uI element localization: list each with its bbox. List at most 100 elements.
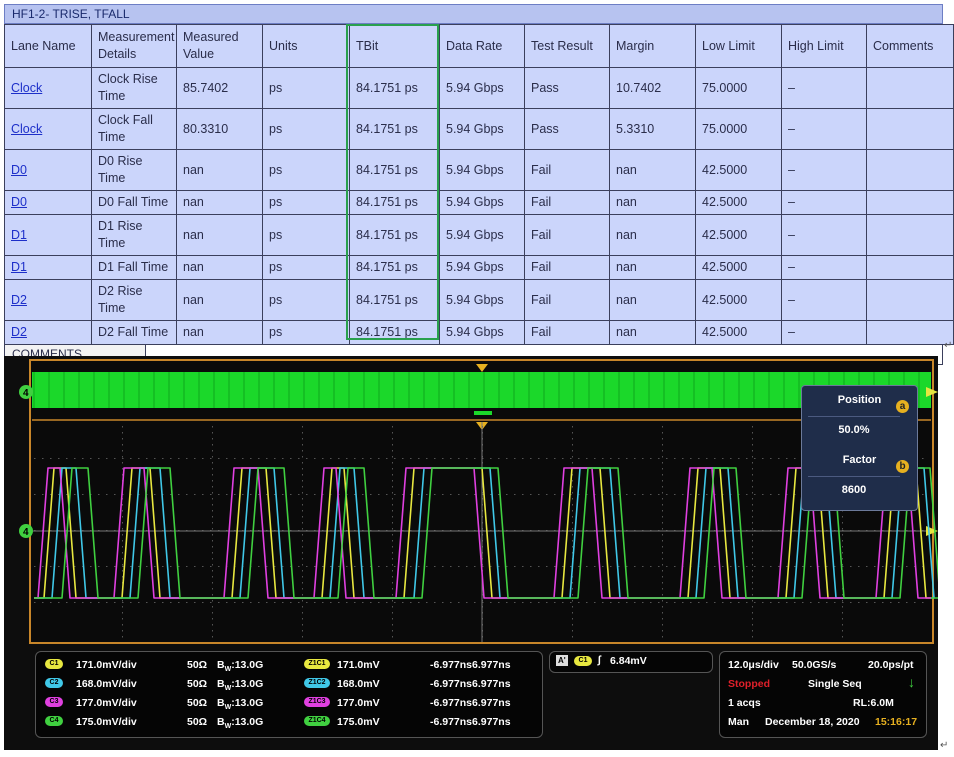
col-header-comments[interactable]: Comments: [866, 24, 954, 68]
grid-dot: [730, 602, 732, 603]
grid-dot: [302, 540, 303, 542]
grid-dot: [738, 602, 740, 603]
grid-dot: [434, 566, 436, 567]
zoom-control-panel[interactable]: Position a 50.0% Factor b 8600: [801, 385, 918, 511]
grid-dot: [218, 602, 220, 603]
factor-value[interactable]: 8600: [808, 476, 900, 503]
high-limit-cell: –: [781, 255, 867, 280]
margin-cell: 10.7402: [609, 67, 696, 109]
grid-dot: [858, 566, 860, 567]
acquisition-panel[interactable]: 12.0μs/div 50.0GS/s 20.0ps/pt Stopped Si…: [719, 651, 927, 738]
grid-dot: [122, 618, 123, 620]
grid-dot: [212, 444, 213, 446]
grid-dot: [212, 564, 213, 566]
grid-dot: [794, 566, 796, 567]
col-header-units[interactable]: Units: [262, 24, 350, 68]
grid-dot: [714, 566, 716, 567]
detail-cell: D2 Fall Time: [91, 320, 177, 345]
grid-dot: [874, 602, 876, 603]
grid-dot: [650, 602, 652, 603]
grid-dot: [394, 458, 396, 459]
grid-dot: [154, 494, 156, 495]
trigger-source-pill: C1: [574, 656, 592, 666]
lane-link[interactable]: D0: [11, 163, 27, 177]
grid-dot: [752, 624, 753, 626]
grid-dot: [106, 566, 108, 567]
table-row: D1 D1 Fall Time nan ps 84.1751 ps 5.94 G…: [4, 255, 954, 280]
grid-dot: [572, 456, 573, 458]
grid-dot: [522, 458, 524, 459]
grid-dot: [666, 458, 668, 459]
col-header-result[interactable]: Test Result: [524, 24, 610, 68]
acq-mode: Single Seq: [808, 678, 862, 690]
grid-dot: [578, 602, 580, 603]
col-header-high[interactable]: High Limit: [781, 24, 867, 68]
grid-dot: [202, 566, 204, 567]
col-header-datarate[interactable]: Data Rate: [439, 24, 525, 68]
grid-dot: [122, 612, 123, 614]
grid-dot: [570, 458, 572, 459]
grid-dot: [786, 602, 788, 603]
col-header-details[interactable]: Measurement Details: [91, 24, 177, 68]
lane-link[interactable]: D0: [11, 195, 27, 209]
grid-dot: [250, 494, 252, 495]
lane-link[interactable]: D2: [11, 293, 27, 307]
grid-dot: [586, 458, 588, 459]
grid-dot: [170, 602, 172, 603]
channel-settings-panel[interactable]: C1 171.0mV/div 50Ω BW:13.0G Z1C1 171.0mV…: [35, 651, 543, 738]
grid-dot: [302, 600, 303, 602]
detail-cell: Clock Fall Time: [91, 108, 177, 150]
col-header-low[interactable]: Low Limit: [695, 24, 782, 68]
grid-dot: [392, 498, 393, 500]
grid-dot: [662, 564, 663, 566]
grid-dot: [302, 480, 303, 482]
arrow-down-icon: ↓: [908, 674, 915, 690]
grid-dot: [882, 566, 884, 567]
grid-dot: [770, 494, 772, 495]
comments-cell: [866, 214, 954, 256]
grid-dot: [302, 606, 303, 608]
lane-link[interactable]: D2: [11, 325, 27, 339]
zoom-pill: Z1C1: [304, 659, 330, 669]
grid-dot: [842, 600, 843, 602]
acq-date: December 18, 2020: [765, 716, 860, 728]
grid-dot: [212, 468, 213, 470]
grid-dot: [826, 602, 828, 603]
grid-dot: [490, 602, 492, 603]
grid-dot: [58, 566, 60, 567]
grid-dot: [122, 504, 123, 506]
result-cell: Fail: [524, 279, 610, 321]
grid-dot: [522, 494, 524, 495]
grid-dot: [330, 458, 332, 459]
grid-dot: [42, 566, 44, 567]
grid-dot: [282, 458, 284, 459]
grid-dot: [122, 522, 123, 524]
grid-dot: [834, 602, 836, 603]
grid-dot: [212, 456, 213, 458]
lane-link[interactable]: Clock: [11, 81, 42, 95]
channel-scale: 168.0mV/div: [76, 678, 137, 690]
col-header-measured[interactable]: Measured Value: [176, 24, 263, 68]
zoom-scale: 175.0mV: [337, 716, 380, 728]
grid-dot: [682, 494, 684, 495]
trigger-panel[interactable]: A' C1 ∫ 6.84mV: [549, 651, 713, 673]
lane-link[interactable]: D1: [11, 228, 27, 242]
results-table: Lane Name Measurement Details Measured V…: [4, 24, 954, 345]
col-header-margin[interactable]: Margin: [609, 24, 696, 68]
zoom-window-marker: [474, 411, 492, 415]
grid-dot: [842, 528, 843, 530]
position-value[interactable]: 50.0%: [808, 416, 900, 443]
grid-dot: [290, 602, 292, 603]
detail-cell: D2 Rise Time: [91, 279, 177, 321]
col-header-lane[interactable]: Lane Name: [4, 24, 92, 68]
grid-dot: [818, 602, 820, 603]
lane-link[interactable]: Clock: [11, 122, 42, 136]
grid-dot: [392, 486, 393, 488]
grid-dot: [392, 594, 393, 596]
lane-link[interactable]: D1: [11, 260, 27, 274]
grid-dot: [212, 450, 213, 452]
grid-dot: [212, 504, 213, 506]
grid-dot: [98, 494, 100, 495]
grid-dot: [450, 566, 452, 567]
trigger-mode: Man: [728, 716, 749, 728]
